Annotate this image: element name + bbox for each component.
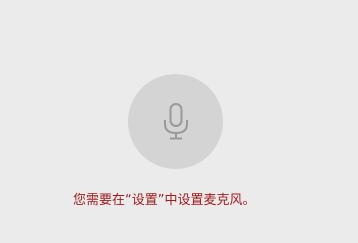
microphone-icon bbox=[163, 102, 188, 139]
microphone-button[interactable] bbox=[128, 74, 223, 169]
microphone-settings-message: 您需要在“设置”中设置麦克风。 bbox=[73, 193, 256, 208]
voice-input-panel: 您需要在“设置”中设置麦克风。 bbox=[0, 0, 358, 243]
